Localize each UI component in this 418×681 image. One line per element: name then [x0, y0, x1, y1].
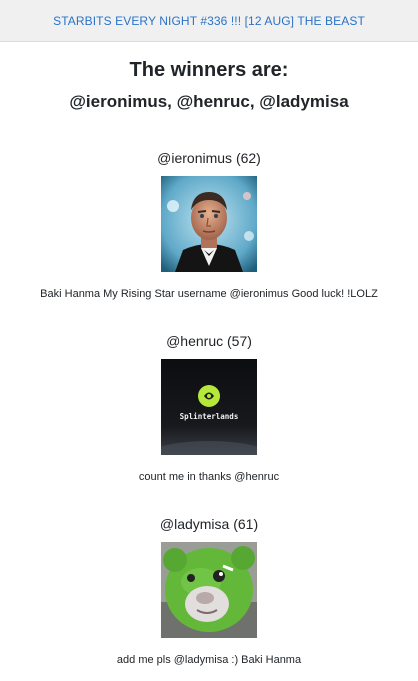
winner-image-splinterlands[interactable]: Splinterlands — [161, 359, 257, 455]
winner-entry: @ieronimus (62) Baki Hanma My Rising Sta… — [0, 148, 418, 302]
winner-comment: Baki Hanma My Rising Star username @iero… — [40, 288, 378, 300]
winner-name: @ladymisa (61) — [159, 516, 259, 532]
winner-name: @henruc (57) — [166, 333, 252, 349]
winner-comment: add me pls @ladymisa :) Baki Hanma — [116, 654, 302, 666]
winner-image-portrait[interactable] — [161, 176, 257, 272]
post-title-link[interactable]: STARBITS EVERY NIGHT #336 !!! [12 AUG] T… — [53, 14, 365, 28]
winners-summary: @ieronimus, @henruc, @ladymisa — [69, 92, 349, 111]
winner-comment: count me in thanks @henruc — [138, 471, 280, 483]
top-banner: STARBITS EVERY NIGHT #336 !!! [12 AUG] T… — [0, 0, 418, 42]
winner-name: @ieronimus (62) — [157, 150, 261, 166]
winner-entry: @ladymisa (61) add me pls @ladymisa :) B… — [0, 514, 418, 668]
splinterlands-text: Splinterlands — [180, 412, 239, 421]
winner-entry: @henruc (57) Splinterlands count me in t… — [0, 331, 418, 485]
winner-image-plush-bear[interactable] — [161, 542, 257, 638]
winners-heading: The winners are: — [129, 59, 289, 81]
